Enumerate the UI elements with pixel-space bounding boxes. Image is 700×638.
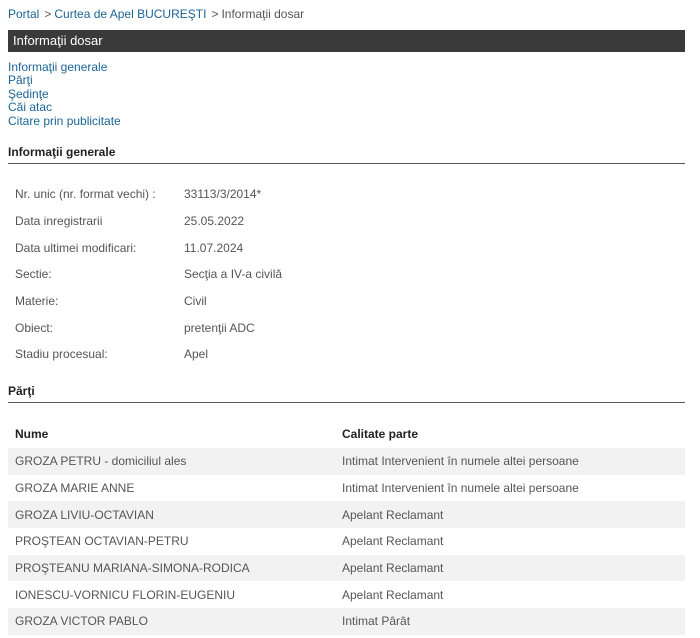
party-role: Intimat Pârât (335, 608, 685, 635)
link-parti[interactable]: Părţi (8, 73, 121, 87)
info-value: Civil (184, 294, 207, 309)
link-informatii-generale[interactable]: Informaţii generale (8, 60, 121, 74)
info-value: 33113/3/2014* (184, 187, 262, 202)
party-name: PROŞTEAN OCTAVIAN-PETRU (15, 534, 189, 549)
info-label: Materie: (15, 294, 59, 309)
party-name: GROZA VICTOR PABLO (8, 608, 335, 635)
info-value: 11.07.2024 (184, 240, 244, 255)
breadcrumb: Portal > Curtea de Apel BUCUREŞTI > Informaţ… (8, 7, 304, 21)
party-role: Apelant Reclamant (342, 534, 444, 549)
info-value: Secţia a IV-a civilă (184, 267, 283, 282)
party-name: GROZA LIVIU-OCTAVIAN (8, 501, 335, 529)
info-row: Materie: Civil (15, 288, 282, 315)
info-label: Obiect: (15, 320, 54, 335)
table-row: PROŞTEAN OCTAVIAN-PETRU Apelant Reclaman… (8, 528, 685, 555)
party-name: PROŞTEANU MARIANA-SIMONA-RODICA (8, 554, 335, 582)
info-value: pretenţii ADC (184, 320, 255, 335)
breadcrumb-separator: > (211, 7, 219, 21)
info-row: Sectie: Secţia a IV-a civilă (15, 261, 282, 288)
party-role: Apelant Reclamant (335, 554, 685, 582)
info-label: Nr. unic (nr. format vechi) : (15, 187, 156, 202)
column-header-nume: Nume (15, 427, 49, 441)
general-info-table: Nr. unic (nr. format vechi) : 33113/3/20… (15, 181, 282, 368)
info-row: Nr. unic (nr. format vechi) : 33113/3/20… (15, 181, 282, 208)
table-row: GROZA LIVIU-OCTAVIAN Apelant Reclamant (8, 501, 685, 529)
breadcrumb-portal-link[interactable]: Portal (8, 7, 39, 21)
column-header-calitate: Calitate parte (342, 427, 419, 441)
info-label: Sectie: (15, 267, 52, 282)
party-name: GROZA PETRU - domiciliul ales (8, 448, 335, 475)
link-cai-atac[interactable]: Căi atac (8, 100, 121, 114)
link-sedinte[interactable]: Şedinţe (8, 87, 121, 101)
table-row: GROZA PETRU - domiciliul ales Intimat In… (8, 448, 685, 475)
parti-header-row: Nume Calitate parte (8, 420, 685, 448)
info-row: Data ultimei modificari: 11.07.2024 (15, 234, 282, 261)
info-label: Data ultimei modificari: (15, 240, 137, 255)
table-row: IONESCU-VORNICU FLORIN-EUGENIU Apelant R… (8, 581, 685, 608)
link-citare-publicitate[interactable]: Citare prin publicitate (8, 114, 121, 128)
table-row: PROŞTEANU MARIANA-SIMONA-RODICA Apelant … (8, 554, 685, 582)
breadcrumb-current: Informaţii dosar (221, 7, 305, 21)
party-name: IONESCU-VORNICU FLORIN-EUGENIU (15, 587, 236, 602)
general-info-heading: Informaţii generale (8, 145, 685, 164)
section-nav: Informaţii generale Părţi Şedinţe Căi at… (8, 60, 121, 128)
info-row: Obiect: pretenţii ADC (15, 314, 282, 341)
parti-table: Nume Calitate parte GROZA PETRU - domici… (8, 420, 685, 635)
page-title: Informaţii dosar (8, 30, 685, 52)
info-label: Data inregistrarii (15, 214, 103, 229)
info-row: Stadiu procesual: Apel (15, 341, 282, 368)
parti-heading: Părţi (8, 384, 685, 403)
breadcrumb-separator: > (44, 7, 52, 21)
party-role: Apelant Reclamant (342, 587, 444, 602)
info-value: Apel (184, 347, 209, 362)
info-label: Stadiu procesual: (15, 347, 108, 362)
party-role: Intimat Intervenient în numele altei per… (335, 448, 685, 475)
party-name: GROZA MARIE ANNE (15, 481, 135, 496)
info-row: Data inregistrarii 25.05.2022 (15, 208, 282, 235)
party-role: Apelant Reclamant (335, 501, 685, 529)
breadcrumb-court-link[interactable]: Curtea de Apel BUCUREŞTI (54, 7, 206, 21)
info-value: 25.05.2022 (184, 214, 245, 229)
table-row: GROZA VICTOR PABLO Intimat Pârât (8, 608, 685, 635)
table-row: GROZA MARIE ANNE Intimat Intervenient în… (8, 475, 685, 502)
party-role: Intimat Intervenient în numele altei per… (342, 481, 579, 496)
